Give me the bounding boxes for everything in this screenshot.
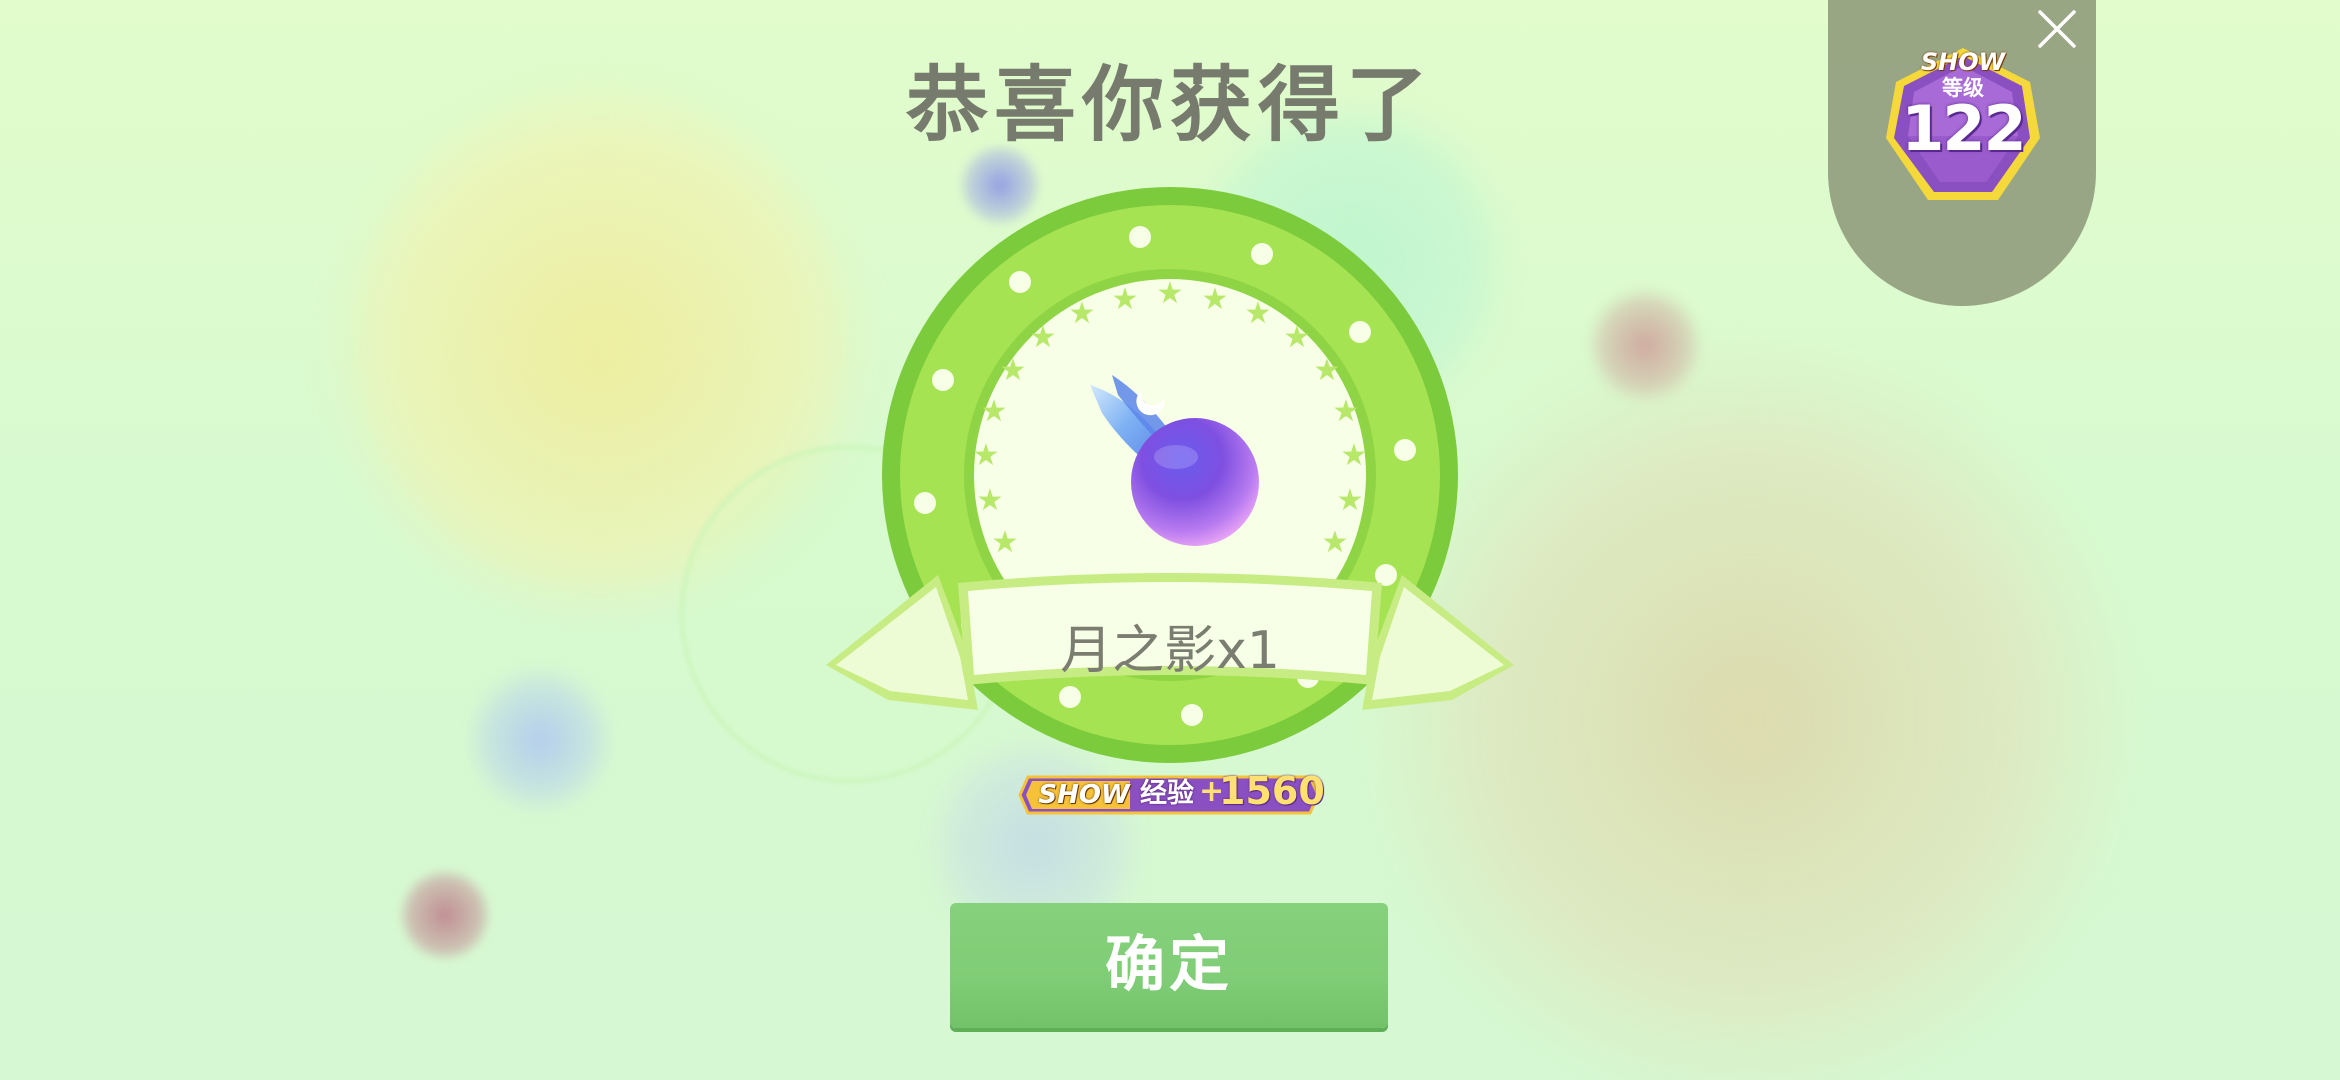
svg-text:★: ★ <box>1337 483 1364 518</box>
svg-text:★: ★ <box>977 483 1004 518</box>
svg-text:★: ★ <box>992 525 1019 560</box>
confirm-button[interactable]: 确定 <box>950 903 1388 1028</box>
close-button[interactable] <box>2036 8 2078 50</box>
background-bokeh-rose <box>1590 290 1700 400</box>
svg-text:★: ★ <box>1157 276 1184 311</box>
svg-text:★: ★ <box>1284 320 1311 355</box>
background-bokeh-blue <box>470 670 610 810</box>
svg-text:★: ★ <box>1314 353 1341 388</box>
svg-text:★: ★ <box>1341 438 1368 473</box>
svg-text:★: ★ <box>1322 525 1349 560</box>
level-number: 122 <box>1901 92 2026 165</box>
svg-text:★: ★ <box>973 438 1000 473</box>
svg-text:★: ★ <box>1245 296 1272 331</box>
svg-text:★: ★ <box>1112 282 1139 317</box>
exp-value: 1560 <box>1219 769 1325 813</box>
confirm-button-label: 确定 <box>1105 930 1233 1000</box>
svg-text:★: ★ <box>1202 282 1229 317</box>
svg-text:★: ★ <box>1069 296 1096 331</box>
svg-text:★: ★ <box>1000 353 1027 388</box>
background-bokeh-pink <box>400 870 490 960</box>
svg-text:★: ★ <box>1333 394 1360 429</box>
reward-item-name: 月之影x1 <box>1060 621 1280 681</box>
exp-label: 经验 <box>1140 778 1194 809</box>
exp-show-logo: SHOW <box>1038 780 1130 810</box>
svg-text:★: ★ <box>981 394 1008 429</box>
svg-text:★: ★ <box>1030 320 1057 355</box>
close-icon <box>2038 10 2076 48</box>
